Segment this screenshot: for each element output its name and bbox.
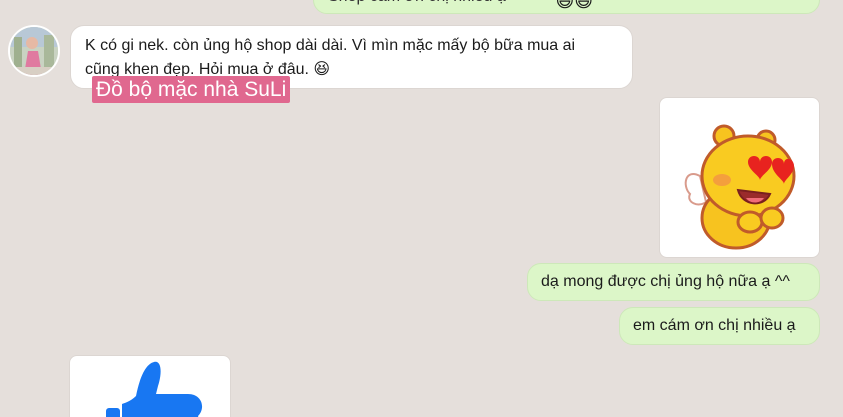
watermark-label: Đồ bộ mặc nhà SuLi [92, 76, 291, 103]
laughing-emoji-icon: 😆 [313, 61, 331, 78]
avatar[interactable] [8, 25, 60, 77]
outgoing-message[interactable]: dạ mong được chị ủng hộ nữa ạ ^^ [527, 263, 820, 301]
emoji-icon: 😆😆 [555, 0, 593, 11]
outgoing-message-top[interactable]: Shop cảm ơn chị nhiều ạ 😆😆 [313, 0, 820, 14]
thumbs-up-icon [106, 361, 203, 417]
sticker-message[interactable] [659, 97, 820, 258]
message-text: Shop cảm ơn chị nhiều ạ [328, 0, 506, 9]
message-text: em cám ơn chị nhiều ạ [633, 317, 796, 334]
message-text-line1: K có gi nek. còn ủng hộ shop dài dài. Vì… [85, 37, 576, 54]
message-text: dạ mong được chị ủng hộ nữa ạ ^^ [541, 273, 790, 290]
outgoing-message[interactable]: em cám ơn chị nhiều ạ [619, 307, 820, 345]
like-sticker-message[interactable] [69, 355, 231, 417]
avatar-photo-icon [10, 27, 58, 75]
love-eyes-sticker-icon [684, 124, 796, 250]
